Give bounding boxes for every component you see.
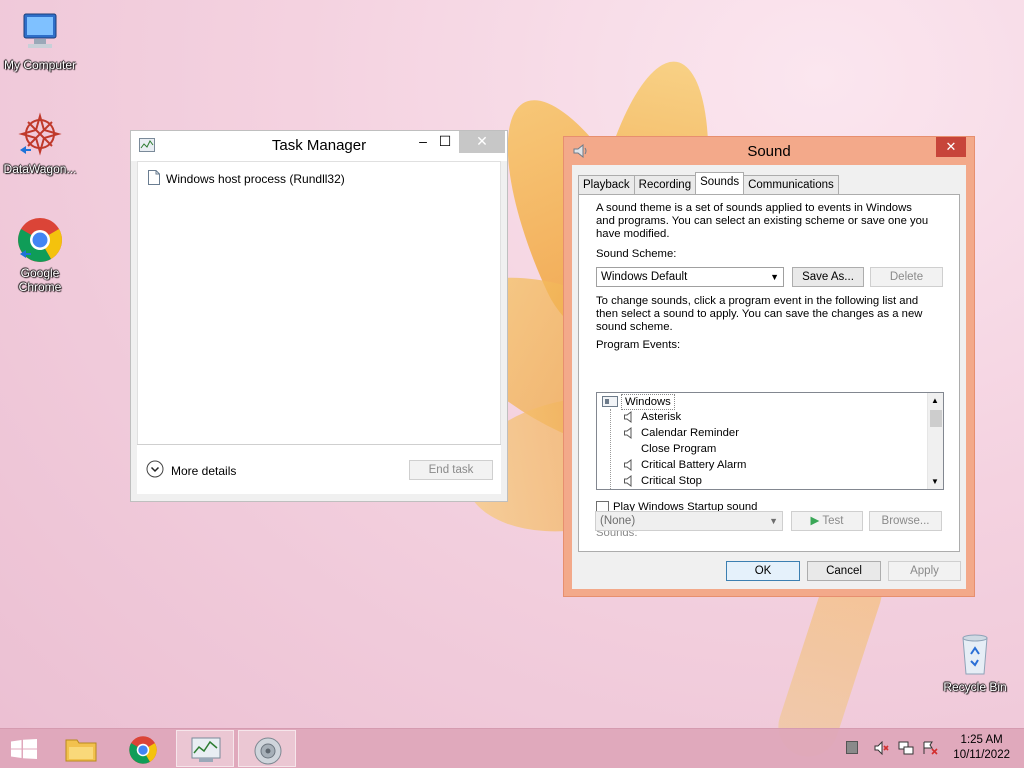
scheme-select[interactable]: Windows Default ▼ (596, 267, 784, 287)
task-manager-window: Task Manager – ☐ ✕ Windows host process … (130, 130, 508, 502)
vertical-scrollbar[interactable]: ▲ ▼ (927, 393, 943, 489)
browse-button[interactable]: Browse... (869, 511, 942, 531)
title-bar[interactable]: Task Manager – ☐ ✕ (131, 131, 507, 161)
event-item[interactable]: Close Program (641, 442, 716, 458)
windows-group-icon (602, 396, 618, 407)
taskbar-chrome[interactable] (114, 730, 172, 767)
recycle-bin-icon (951, 630, 999, 678)
test-button[interactable]: ▶ Test (791, 511, 863, 531)
sound-dialog: Sound ✕ Playback Recording Sounds Commun… (563, 136, 975, 597)
task-manager-footer: More details End task (137, 444, 501, 494)
chevron-down-icon: ▼ (770, 272, 779, 282)
apply-button[interactable]: Apply (888, 561, 961, 581)
tab-recording[interactable]: Recording (633, 175, 697, 194)
sound-file-value: (None) (600, 515, 636, 527)
close-button[interactable]: ✕ (459, 131, 505, 153)
chevron-down-icon[interactable]: ▼ (931, 477, 939, 486)
taskbar-sound[interactable] (238, 730, 296, 767)
tab-sounds[interactable]: Sounds (695, 172, 745, 194)
speaker-icon (624, 427, 634, 439)
volume-muted-icon[interactable] (874, 740, 890, 758)
maximize-button[interactable]: ☐ (431, 131, 459, 153)
datawagon-logo-icon (16, 112, 64, 160)
desktop-icon-label: Google Chrome (18, 266, 62, 294)
event-item[interactable]: Calendar Reminder (641, 426, 739, 442)
change-line: then select a sound to apply. You can sa… (596, 308, 923, 320)
windows-logo-icon (11, 739, 37, 759)
intro-line: and programs. You can select an existing… (596, 215, 929, 227)
chevron-down-circle-icon (146, 460, 164, 481)
document-icon (148, 170, 160, 188)
tree-line (610, 409, 611, 489)
chrome-icon (16, 216, 64, 264)
taskbar-file-explorer[interactable] (52, 730, 110, 767)
chevron-down-icon: ▼ (769, 516, 778, 526)
program-events-list[interactable]: Windows Asterisk Calendar Reminder Close… (596, 392, 944, 490)
desktop-icon-google-chrome[interactable]: Google Chrome (0, 216, 80, 294)
scrollbar-thumb[interactable] (930, 410, 942, 427)
clock-time: 1:25 AM (960, 734, 1003, 746)
ok-button[interactable]: OK (726, 561, 800, 581)
folder-icon (65, 739, 97, 762)
test-label: Test (822, 515, 844, 527)
chrome-icon (129, 736, 157, 764)
computer-icon (16, 8, 64, 56)
task-manager-icon (191, 737, 221, 762)
cancel-button[interactable]: Cancel (807, 561, 881, 581)
desktop-icon-label: Recycle Bin (943, 680, 1007, 694)
start-button[interactable] (0, 730, 48, 767)
change-line: sound scheme. (596, 321, 673, 333)
desktop-icon-recycle-bin[interactable]: Recycle Bin (935, 630, 1015, 694)
speaker-icon (624, 475, 634, 487)
intro-text: A sound theme is a set of sounds applied… (596, 202, 928, 241)
speaker-icon (624, 459, 634, 471)
clock-date: 10/11/2022 (953, 749, 1010, 761)
flag-alert-icon[interactable] (922, 741, 938, 758)
sound-file-select[interactable]: (None) ▼ (595, 511, 783, 531)
change-text: To change sounds, click a program event … (596, 295, 922, 334)
desktop-icon-datawagon[interactable]: DataWagon... (0, 112, 80, 176)
change-line: To change sounds, click a program event … (596, 295, 919, 307)
desktop-icon-label: My Computer (3, 58, 77, 72)
speaker-icon (624, 411, 634, 423)
action-center-icon[interactable] (846, 741, 858, 757)
more-details-label: More details (171, 463, 237, 478)
close-button[interactable]: ✕ (936, 137, 966, 157)
intro-line: A sound theme is a set of sounds applied… (596, 202, 912, 214)
desktop-icon-my-computer[interactable]: My Computer (0, 8, 80, 72)
chevron-up-icon[interactable]: ▲ (931, 396, 939, 405)
dialog-client: Playback Recording Sounds Communications… (572, 165, 966, 589)
taskbar: 1:25 AM 10/11/2022 (0, 728, 1024, 768)
event-item[interactable]: Critical Battery Alarm (641, 458, 746, 474)
intro-line: have modified. (596, 228, 670, 240)
process-list: Windows host process (Rundll32) (137, 161, 501, 475)
sounds-panel: A sound theme is a set of sounds applied… (578, 194, 960, 552)
speaker-icon (254, 737, 282, 765)
scheme-label: Sound Scheme: (596, 248, 677, 260)
window-title: Sound (747, 143, 791, 160)
tab-strip: Playback Recording Sounds Communications (578, 172, 839, 194)
desktop-icon-label: DataWagon... (3, 162, 77, 176)
scheme-value: Windows Default (601, 271, 688, 283)
delete-button[interactable]: Delete (870, 267, 943, 287)
event-item-group[interactable]: Windows (621, 394, 675, 410)
more-details-toggle[interactable]: More details (146, 460, 236, 481)
system-clock[interactable]: 1:25 AM 10/11/2022 (953, 733, 1010, 763)
event-item[interactable]: Asterisk (641, 410, 681, 426)
title-bar[interactable]: Sound ✕ (564, 137, 974, 165)
process-row[interactable]: Windows host process (Rundll32) (148, 170, 345, 188)
network-icon[interactable] (898, 741, 914, 758)
events-label: Program Events: (596, 339, 681, 351)
save-as-button[interactable]: Save As... (792, 267, 864, 287)
process-name: Windows host process (Rundll32) (166, 172, 345, 186)
event-item[interactable]: Critical Stop (641, 474, 702, 489)
play-icon: ▶ (810, 515, 820, 527)
tab-communications[interactable]: Communications (743, 175, 839, 194)
taskbar-task-manager[interactable] (176, 730, 234, 767)
tab-playback[interactable]: Playback (578, 175, 635, 194)
end-task-button[interactable]: End task (409, 460, 493, 480)
